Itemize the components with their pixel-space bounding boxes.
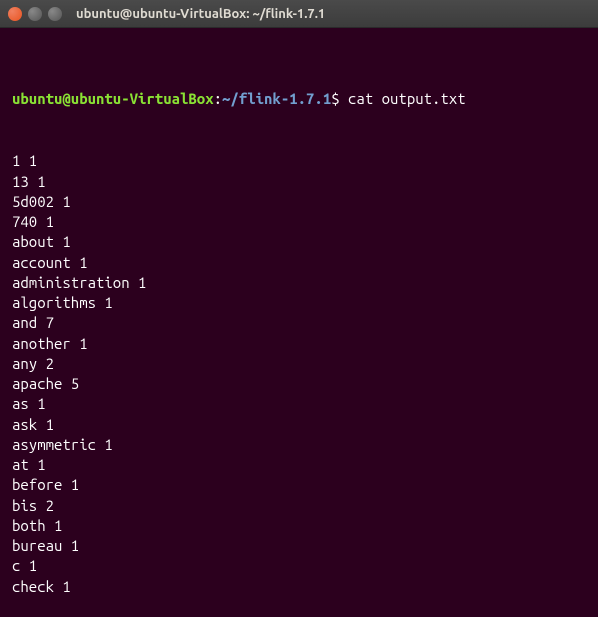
window-titlebar: ubuntu@ubuntu-VirtualBox: ~/flink-1.7.1	[0, 0, 598, 28]
output-line: 740 1	[12, 212, 586, 232]
prompt-path: ~/flink-1.7.1	[222, 90, 331, 107]
terminal-area[interactable]: ubuntu@ubuntu-VirtualBox:~/flink-1.7.1$ …	[0, 28, 598, 617]
output-line: another 1	[12, 334, 586, 354]
output-line: algorithms 1	[12, 293, 586, 313]
close-icon[interactable]	[8, 7, 22, 21]
output-line: account 1	[12, 253, 586, 273]
prompt-user-host: ubuntu@ubuntu-VirtualBox	[12, 90, 214, 107]
prompt-line: ubuntu@ubuntu-VirtualBox:~/flink-1.7.1$ …	[12, 89, 586, 109]
output-line: apache 5	[12, 374, 586, 394]
output-line: about 1	[12, 232, 586, 252]
output-line: any 2	[12, 354, 586, 374]
command-text: cat output.txt	[340, 90, 466, 107]
output-line: 5d002 1	[12, 192, 586, 212]
output-line: administration 1	[12, 273, 586, 293]
output-line: ask 1	[12, 415, 586, 435]
window-title: ubuntu@ubuntu-VirtualBox: ~/flink-1.7.1	[76, 7, 325, 21]
output-line: asymmetric 1	[12, 435, 586, 455]
output-line: bureau 1	[12, 536, 586, 556]
maximize-icon[interactable]	[48, 7, 62, 21]
output-line: 13 1	[12, 172, 586, 192]
prompt-dollar: $	[331, 90, 339, 107]
terminal-output: 1 113 15d002 1740 1about 1account 1admin…	[12, 151, 586, 597]
output-line: as 1	[12, 394, 586, 414]
output-line: check 1	[12, 577, 586, 597]
output-line: bis 2	[12, 496, 586, 516]
minimize-icon[interactable]	[28, 7, 42, 21]
output-line: 1 1	[12, 151, 586, 171]
output-line: and 7	[12, 313, 586, 333]
output-line: before 1	[12, 475, 586, 495]
output-line: c 1	[12, 556, 586, 576]
prompt-colon: :	[214, 90, 222, 107]
output-line: at 1	[12, 455, 586, 475]
